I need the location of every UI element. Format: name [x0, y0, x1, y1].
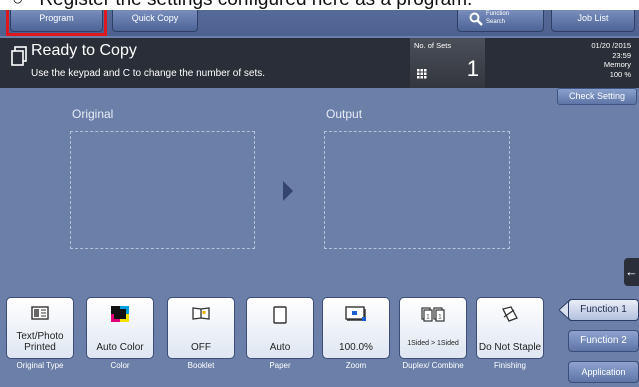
copy-screen: ○ Register the settings configured here …: [0, 0, 639, 387]
output-label: Output: [326, 107, 363, 121]
paper-value: Auto: [269, 342, 291, 353]
search-icon: [469, 12, 483, 26]
sets-label: No. of Sets: [414, 41, 452, 50]
duplex-icon: 11: [400, 306, 466, 322]
original-preview: [70, 131, 255, 249]
duplex-caption: Duplex/ Combine: [402, 361, 464, 370]
arrow-right-icon: [283, 181, 293, 201]
finishing-caption: Finishing: [493, 361, 526, 370]
caption-text: Register the settings configured here as…: [39, 0, 472, 10]
color-caption: Color: [110, 361, 130, 370]
memory-label: Memory: [603, 60, 631, 69]
check-setting-button[interactable]: Check Setting: [557, 88, 637, 105]
function-search-label: Function Search: [486, 10, 509, 26]
status-title: Ready to Copy: [31, 42, 137, 59]
device-info: 01/20 /2015 23:59 Memory 100 %: [560, 38, 639, 88]
original-type-value: Text/Photo Printed: [16, 331, 64, 353]
booklet-button[interactable]: OFF: [167, 297, 235, 359]
output-preview: [324, 131, 510, 249]
finishing-button[interactable]: Do Not Staple: [476, 297, 544, 359]
date-text: 01/20 /2015: [591, 41, 631, 50]
status-bar: Ready to Copy Use the keypad and C to ch…: [0, 38, 639, 88]
application-tab[interactable]: Application: [568, 361, 639, 383]
booklet-value: OFF: [191, 342, 211, 353]
color-icon: [87, 306, 153, 322]
function-search-line2: Search: [486, 19, 506, 25]
zoom-value: 100.0%: [339, 342, 373, 353]
status-message: Use the keypad and C to change the numbe…: [31, 68, 266, 79]
original-type-icon: [7, 306, 73, 320]
duplex-combine-button[interactable]: 11 1Sided > 1Sided: [399, 297, 467, 359]
document-caption: ○ Register the settings configured here …: [0, 0, 639, 10]
booklet-caption: Booklet: [187, 361, 215, 370]
duplex-value: 1Sided > 1Sided: [407, 340, 459, 347]
booklet-icon: [168, 306, 234, 320]
finishing-icon: [477, 306, 543, 322]
caption-bullet: ○: [12, 0, 39, 10]
color-value: Auto Color: [96, 342, 144, 353]
arrow-left-icon: ←: [625, 264, 638, 279]
sets-value: 1: [466, 56, 479, 81]
side-panel-toggle[interactable]: ←: [624, 258, 639, 286]
finishing-value: Do Not Staple: [478, 342, 542, 353]
zoom-caption: Zoom: [345, 361, 367, 370]
time-text: 23:59: [612, 50, 631, 60]
copy-document-icon: [11, 46, 27, 66]
function1-tab[interactable]: Function 1: [568, 299, 639, 321]
memory-value: 100 %: [609, 69, 631, 79]
keypad-icon: [417, 69, 427, 79]
number-of-sets[interactable]: No. of Sets 1: [410, 38, 485, 88]
paper-caption: Paper: [269, 361, 291, 370]
color-button[interactable]: Auto Color: [86, 297, 154, 359]
original-type-button[interactable]: Text/Photo Printed: [6, 297, 74, 359]
function-search-line1: Function: [486, 11, 510, 17]
original-label: Original: [72, 107, 114, 121]
zoom-icon: [323, 306, 389, 322]
paper-button[interactable]: Auto: [246, 297, 314, 359]
function2-tab[interactable]: Function 2: [568, 330, 639, 352]
zoom-button[interactable]: 100.0%: [322, 297, 390, 359]
original-type-caption: Original Type: [16, 361, 64, 370]
paper-icon: [247, 306, 313, 324]
